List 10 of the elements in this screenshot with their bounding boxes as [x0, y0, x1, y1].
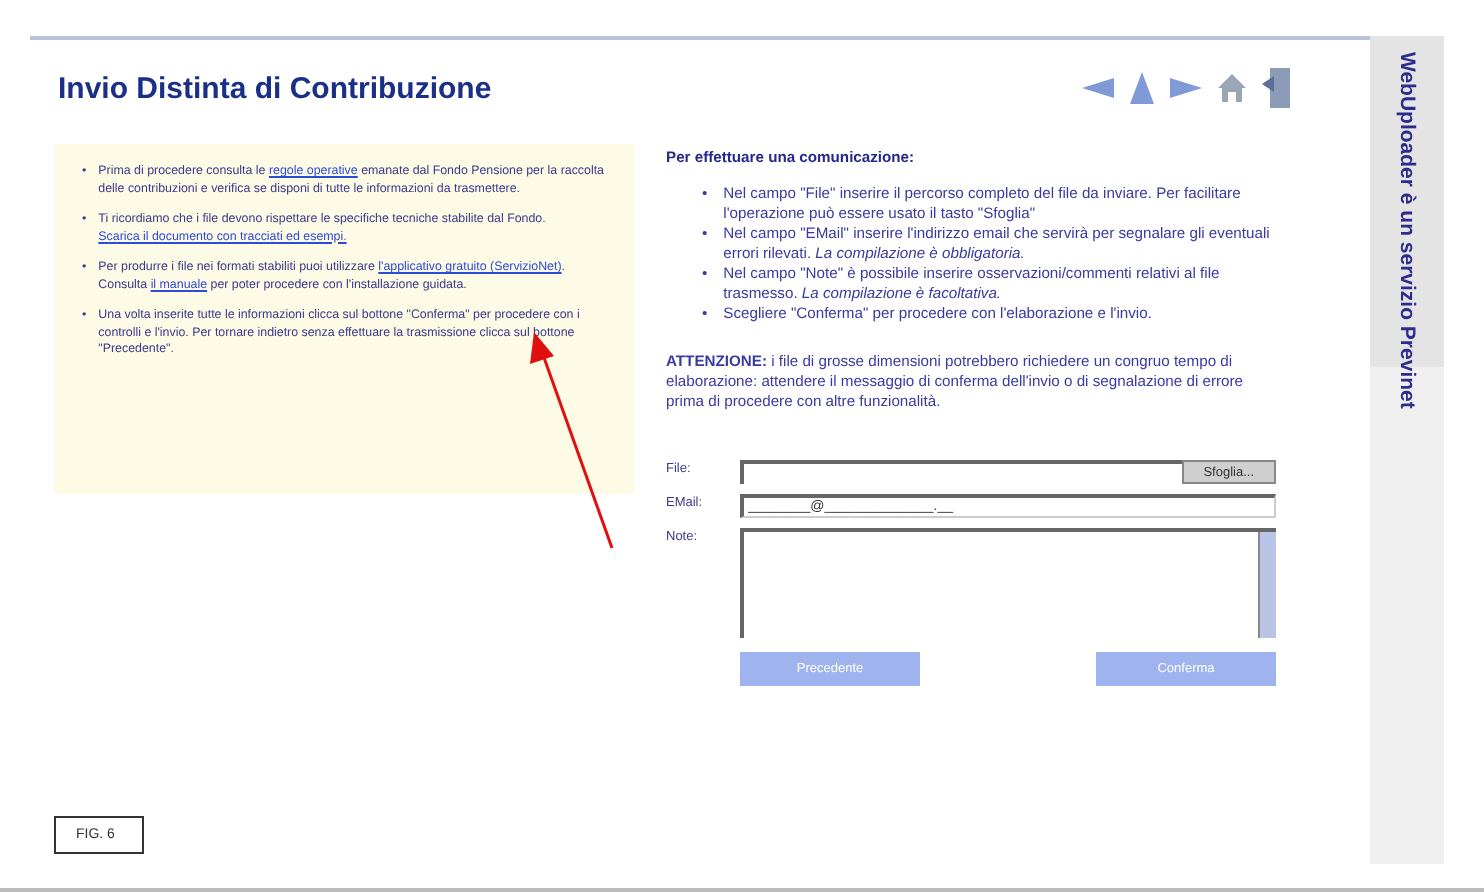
exit-door-icon[interactable] [1262, 68, 1290, 108]
scrollbar[interactable] [1258, 532, 1276, 638]
page-title: Invio Distinta di Contribuzione [58, 71, 492, 105]
home-icon[interactable] [1218, 74, 1246, 102]
file-path-field[interactable] [740, 460, 1182, 484]
left-arrow-icon[interactable] [1082, 78, 1114, 98]
banner-text: WebUploader è un servizio Previnet [1395, 52, 1419, 409]
up-arrow-icon[interactable] [1130, 72, 1154, 104]
notes-field[interactable] [740, 528, 1276, 638]
right-arrow-icon[interactable] [1170, 78, 1202, 98]
